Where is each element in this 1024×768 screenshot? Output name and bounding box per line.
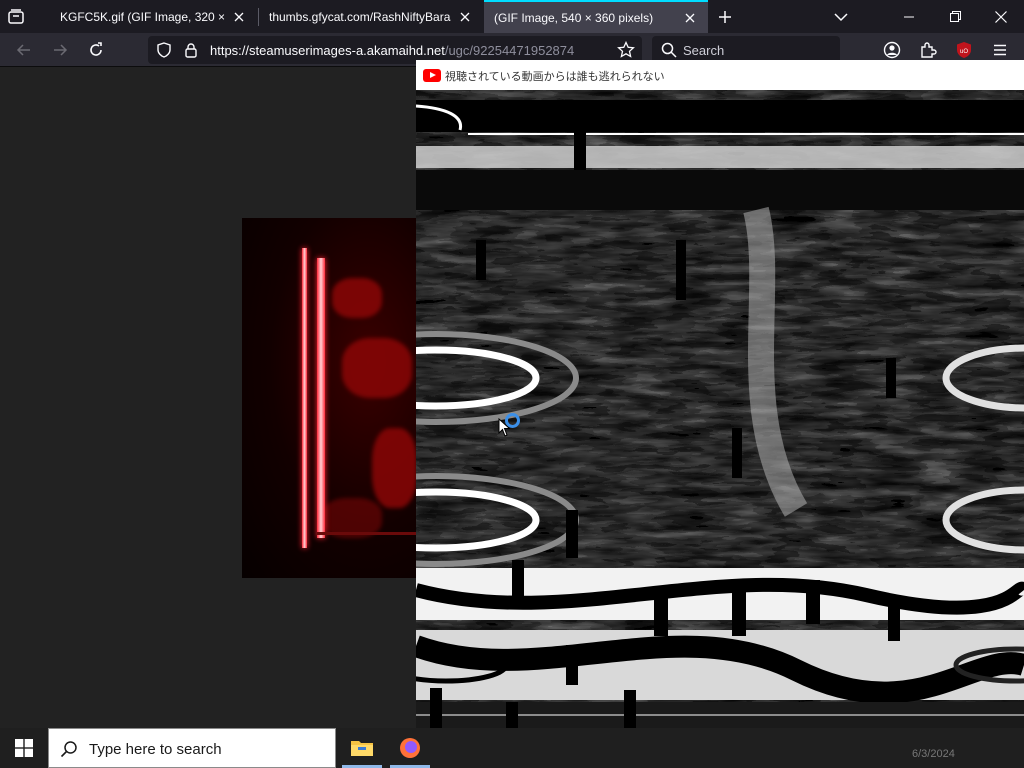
minimize-button[interactable] — [886, 0, 932, 33]
firefox-icon — [400, 738, 420, 758]
close-window-button[interactable] — [978, 0, 1024, 33]
tab-2[interactable]: thumbs.gfycat.com/RashNiftyBarasi — [259, 0, 483, 33]
minimize-icon — [904, 16, 914, 17]
taskbar-search-box[interactable]: Type here to search — [48, 728, 336, 768]
arrow-left-icon — [16, 44, 30, 56]
shield-icon[interactable] — [156, 42, 172, 58]
tab-title: (GIF Image, 540 × 360 pixels) — [494, 10, 654, 25]
svg-text:uO: uO — [960, 49, 968, 55]
gif-image-red — [242, 218, 422, 578]
reload-button[interactable] — [83, 37, 109, 63]
plus-icon — [719, 11, 731, 23]
ublock-icon: uO — [957, 42, 971, 58]
taskbar-search-placeholder: Type here to search — [89, 741, 222, 758]
taskbar-file-explorer[interactable] — [338, 728, 386, 768]
back-button[interactable] — [11, 37, 37, 63]
chevron-down-icon — [834, 12, 848, 21]
account-icon — [883, 41, 901, 59]
tab-title: KGFC5K.gif (GIF Image, 320 × 21 — [60, 9, 225, 24]
restore-button[interactable] — [932, 0, 978, 33]
youtube-logo-icon — [423, 69, 441, 82]
forward-button[interactable] — [47, 37, 73, 63]
overlay-title: 視聴されている動画からは誰も逃れられない — [445, 71, 665, 83]
taskbar-firefox[interactable] — [386, 728, 434, 768]
tab-title: thumbs.gfycat.com/RashNiftyBarasi — [269, 9, 451, 24]
close-icon[interactable] — [231, 9, 247, 25]
folder-icon — [351, 741, 373, 756]
puzzle-icon — [921, 42, 937, 58]
taskbar-date: 6/3/2024 — [912, 748, 955, 760]
search-icon — [661, 42, 677, 58]
url-host: https://steamuserimages-a.akamaihd.net — [210, 43, 445, 58]
url-text[interactable]: https://steamuserimages-a.akamaihd.net/u… — [210, 43, 614, 58]
mouse-pointer-icon — [498, 418, 511, 437]
windows-taskbar: Type here to search — [0, 728, 1024, 768]
reload-icon — [90, 42, 102, 56]
close-icon[interactable] — [457, 9, 473, 25]
windows-logo-icon — [15, 739, 33, 757]
restore-icon — [949, 11, 961, 22]
tab-bar: KGFC5K.gif (GIF Image, 320 × 21 thumbs.g… — [0, 0, 1024, 33]
star-icon[interactable] — [617, 41, 635, 59]
search-placeholder: Search — [683, 43, 725, 58]
search-icon — [60, 741, 77, 758]
close-icon[interactable] — [682, 10, 698, 26]
tab-3-active[interactable]: (GIF Image, 540 × 360 pixels) — [484, 0, 708, 33]
video-overlay[interactable]: 視聴されている動画からは誰も逃れられない — [416, 60, 1024, 728]
new-tab-button[interactable] — [714, 6, 736, 28]
glitch-video-frame — [416, 90, 1024, 728]
start-button[interactable] — [0, 728, 48, 768]
overlay-title-bar: 視聴されている動画からは誰も逃れられない — [416, 60, 1024, 90]
tab-1[interactable]: KGFC5K.gif (GIF Image, 320 × 21 — [50, 0, 257, 33]
tab-list-icon — [8, 9, 24, 24]
list-all-tabs-button[interactable] — [818, 0, 864, 33]
url-path: /ugc/92254471952874 — [444, 43, 575, 58]
arrow-right-icon — [54, 44, 68, 56]
hamburger-icon — [994, 44, 1006, 56]
lock-icon[interactable] — [183, 42, 199, 58]
close-icon — [995, 10, 1007, 23]
tab-list-button[interactable] — [4, 5, 28, 29]
